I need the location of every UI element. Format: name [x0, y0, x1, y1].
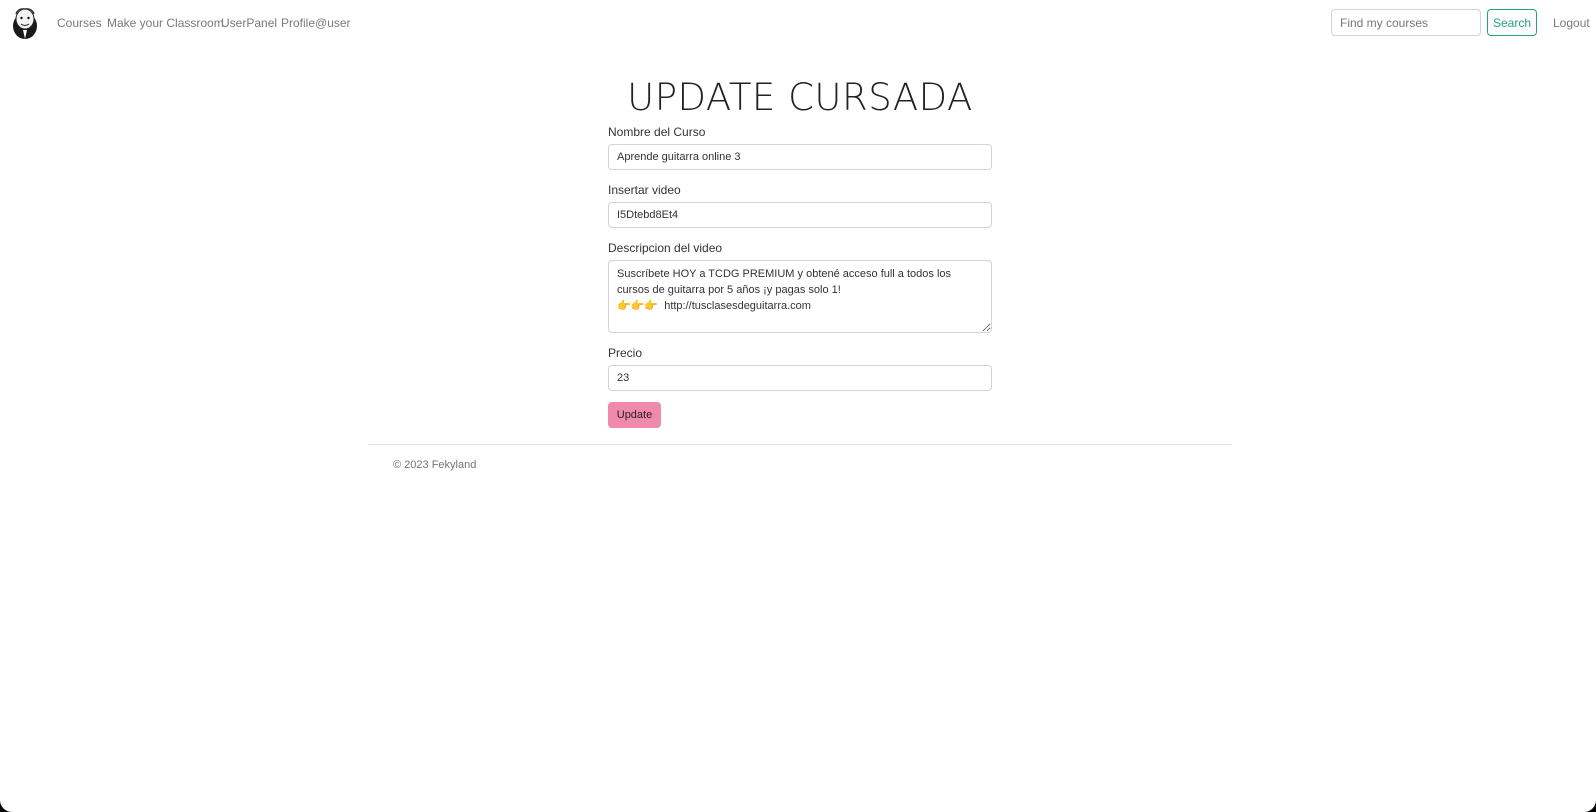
page-title: UPDATE CURSADA — [627, 76, 973, 119]
course-name-input[interactable] — [608, 144, 992, 170]
description-textarea[interactable]: Suscríbete HOY a TCDG PREMIUM y obtené a… — [608, 260, 992, 333]
cartoon-face-logo-icon[interactable] — [11, 6, 39, 40]
description-label: Descripcion del video — [608, 241, 723, 255]
search-input[interactable] — [1331, 9, 1481, 36]
browser-window: Courses Make your Classroom UserPanel Pr… — [0, 0, 1596, 812]
logout-link[interactable]: Logout — [1553, 16, 1590, 30]
footer-divider — [368, 444, 1232, 445]
course-name-label: Nombre del Curso — [608, 125, 706, 139]
price-label: Precio — [608, 346, 643, 360]
nav-link-profile[interactable]: Profile@user — [281, 16, 351, 30]
nav-link-userpanel[interactable]: UserPanel — [221, 16, 277, 30]
update-button[interactable]: Update — [608, 402, 661, 428]
footer-copyright: © 2023 Fekyland — [393, 459, 477, 471]
search-button[interactable]: Search — [1487, 9, 1537, 36]
video-label: Insertar video — [608, 183, 681, 197]
video-input[interactable] — [608, 202, 992, 228]
price-input[interactable] — [608, 365, 992, 391]
nav-link-courses[interactable]: Courses — [57, 16, 102, 30]
navbar: Courses Make your Classroom UserPanel Pr… — [0, 0, 1596, 46]
nav-link-make-classroom[interactable]: Make your Classroom — [107, 16, 224, 30]
